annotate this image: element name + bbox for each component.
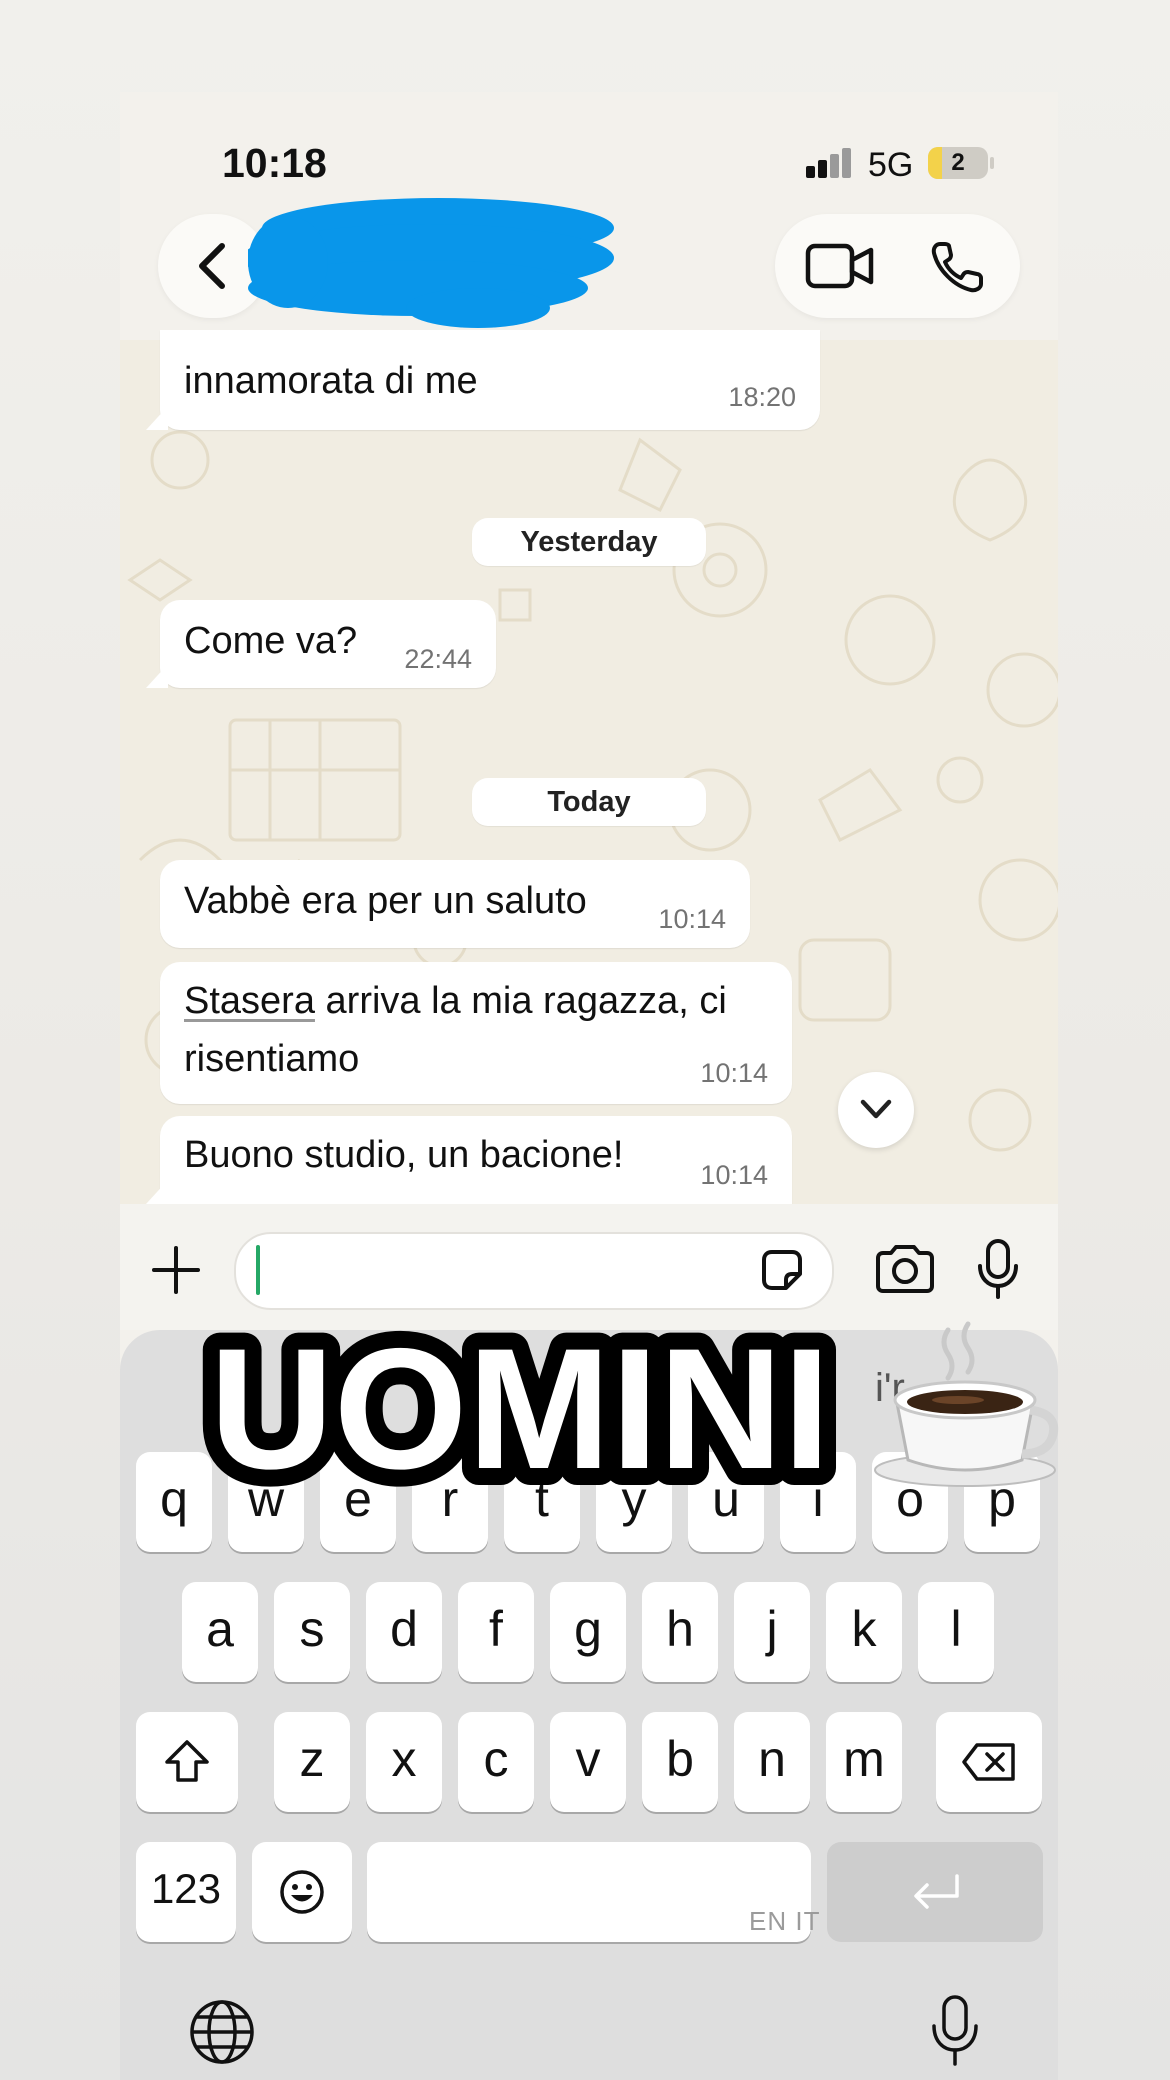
- message-text: Buono studio, un bacione!: [184, 1134, 624, 1176]
- overlay-sticker-text: UOMINI: [192, 1320, 847, 1490]
- video-call-icon[interactable]: [805, 242, 875, 290]
- message-time: 10:14: [700, 1058, 768, 1088]
- key-c[interactable]: c: [458, 1712, 534, 1812]
- battery-nub: [990, 157, 994, 169]
- emoji-key[interactable]: [252, 1842, 352, 1942]
- key-g[interactable]: g: [550, 1582, 626, 1682]
- network-type: 5G: [868, 146, 914, 184]
- battery-level: 2: [951, 149, 965, 176]
- delete-key[interactable]: [936, 1712, 1042, 1812]
- contact-name-redaction[interactable]: [248, 192, 622, 332]
- message-bubble[interactable]: innamorata di me 18:20: [160, 330, 820, 430]
- signal-strength-icon: [806, 148, 852, 178]
- plus-icon[interactable]: [150, 1244, 202, 1296]
- return-icon: [914, 1874, 959, 1909]
- message-text: Come va?: [184, 620, 358, 662]
- dictation-microphone-icon[interactable]: [930, 1994, 980, 2068]
- message-time: 22:44: [404, 644, 472, 674]
- message-input[interactable]: [234, 1232, 834, 1310]
- backspace-icon: [962, 1743, 1015, 1781]
- scroll-to-bottom-button[interactable]: [838, 1072, 914, 1148]
- date-link[interactable]: Stasera: [184, 980, 315, 1022]
- shift-icon: [165, 1740, 209, 1782]
- key-f[interactable]: f: [458, 1582, 534, 1682]
- shift-key[interactable]: [136, 1712, 238, 1812]
- message-text-line1: Stasera arriva la mia ragazza, ci: [184, 972, 727, 1030]
- numbers-key[interactable]: 123: [136, 1842, 236, 1942]
- message-bubble[interactable]: Stasera arriva la mia ragazza, ci risent…: [160, 962, 792, 1104]
- date-separator-today: Today: [472, 778, 706, 826]
- message-text-rest: arriva la mia ragazza, ci: [314, 980, 727, 1022]
- globe-icon[interactable]: [188, 1998, 256, 2066]
- key-b[interactable]: b: [642, 1712, 718, 1812]
- message-text: Vabbè era per un saluto: [184, 880, 587, 922]
- key-d[interactable]: d: [366, 1582, 442, 1682]
- overlay-word: UOMINI: [209, 1320, 830, 1490]
- bubble-tail: [146, 664, 168, 688]
- key-a[interactable]: a: [182, 1582, 258, 1682]
- key-k[interactable]: k: [826, 1582, 902, 1682]
- key-z[interactable]: z: [274, 1712, 350, 1812]
- message-time: 10:14: [700, 1160, 768, 1190]
- emoji-icon: [280, 1870, 324, 1914]
- space-key[interactable]: [367, 1842, 811, 1942]
- bubble-tail: [146, 1180, 168, 1204]
- message-bubble[interactable]: Come va? 22:44: [160, 600, 496, 688]
- chevron-left-icon: [199, 243, 225, 289]
- message-bubble[interactable]: Buono studio, un bacione! 10:14: [160, 1116, 792, 1204]
- key-x[interactable]: x: [366, 1712, 442, 1812]
- text-cursor: [256, 1245, 260, 1295]
- message-text: innamorata di me: [184, 360, 478, 402]
- microphone-icon[interactable]: [976, 1238, 1020, 1300]
- chevron-down-icon: [860, 1099, 892, 1119]
- coffee-cup-emoji-icon: [874, 1321, 1059, 1487]
- key-j[interactable]: j: [734, 1582, 810, 1682]
- key-n[interactable]: n: [734, 1712, 810, 1812]
- key-v[interactable]: v: [550, 1712, 626, 1812]
- phone-call-icon[interactable]: [930, 240, 986, 294]
- sticker-icon[interactable]: [758, 1246, 806, 1294]
- key-m[interactable]: m: [826, 1712, 902, 1812]
- message-time: 18:20: [728, 382, 796, 412]
- bubble-tail: [146, 406, 168, 430]
- camera-icon[interactable]: [874, 1244, 936, 1294]
- message-bubble[interactable]: Vabbè era per un saluto 10:14: [160, 860, 750, 948]
- language-hint: EN IT: [749, 1906, 821, 1936]
- date-separator-yesterday: Yesterday: [472, 518, 706, 566]
- message-text-line2: risentiamo: [184, 1038, 360, 1080]
- battery-icon: 2: [928, 147, 988, 179]
- return-key[interactable]: [827, 1842, 1043, 1942]
- message-time: 10:14: [658, 904, 726, 934]
- key-h[interactable]: h: [642, 1582, 718, 1682]
- status-time: 10:18: [222, 140, 327, 186]
- call-actions: [775, 214, 1020, 318]
- key-l[interactable]: l: [918, 1582, 994, 1682]
- key-s[interactable]: s: [274, 1582, 350, 1682]
